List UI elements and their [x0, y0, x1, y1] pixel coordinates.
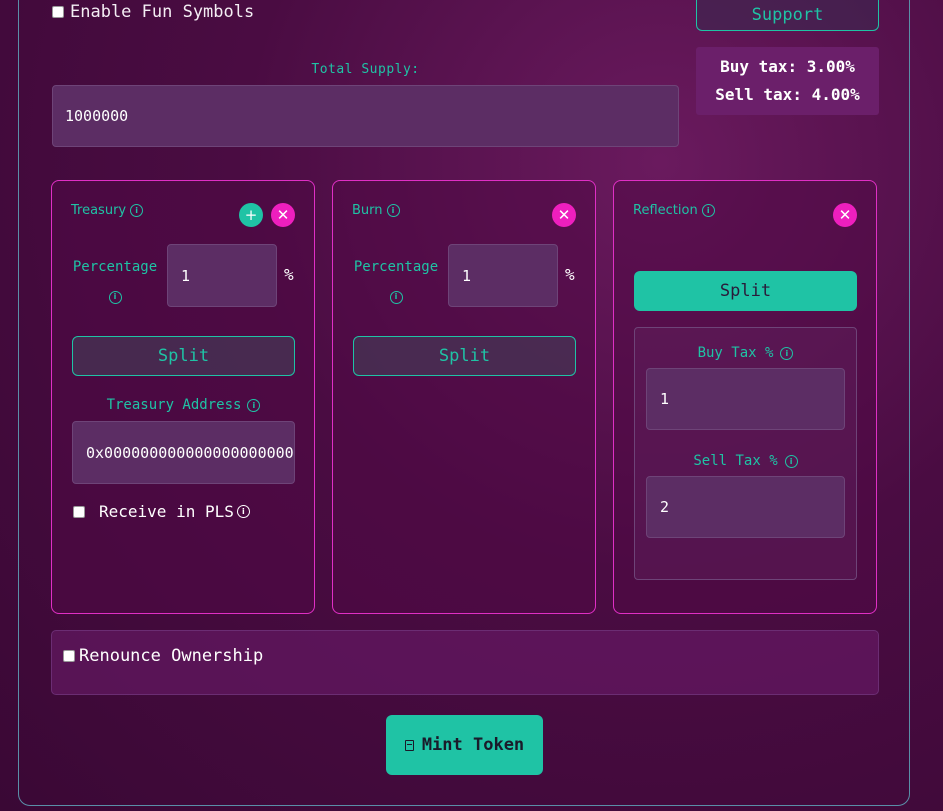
treasury-address-input[interactable]: 0x00000000000000000000000000000000000000… [72, 421, 295, 484]
remove-burn-button[interactable]: ✕ [552, 203, 576, 227]
reflection-tax-panel: Buy Tax % i 1 Sell Tax % i 2 [634, 327, 857, 580]
fun-symbols-label: Enable Fun Symbols [70, 2, 255, 22]
buy-tax-input[interactable]: 1 [646, 368, 845, 430]
remove-treasury-button[interactable]: ✕ [271, 203, 295, 227]
mint-token-button[interactable]: Mint Token [386, 715, 543, 775]
fun-symbols-option[interactable]: Enable Fun Symbols [52, 2, 254, 22]
info-icon[interactable]: i [247, 398, 261, 412]
total-supply-input[interactable]: 1000000 [52, 85, 679, 147]
percent-sign: % [565, 265, 575, 284]
treasury-title: Treasury i [71, 203, 144, 218]
tax-summary: Buy tax: 3.00% Sell tax: 4.00% [696, 47, 879, 115]
burn-percentage-text: Percentage [353, 259, 439, 275]
buy-tax-summary: Buy tax: 3.00% [720, 57, 855, 76]
treasury-split-button[interactable]: Split [72, 336, 295, 376]
mint-token-label: Mint Token [421, 735, 525, 755]
add-treasury-button[interactable]: + [239, 203, 263, 227]
info-icon[interactable]: i [701, 204, 715, 217]
remove-reflection-button[interactable]: ✕ [833, 203, 857, 227]
reflection-card: Reflection i ✕ Split Buy Tax % i 1 Sell … [613, 180, 877, 614]
treasury-title-text: Treasury [71, 203, 127, 218]
treasury-address-label: Treasury Address i [72, 397, 295, 413]
sell-tax-label-text: Sell Tax % [693, 453, 778, 469]
info-icon[interactable]: i [389, 290, 403, 304]
treasury-percentage-input[interactable]: 1 [167, 244, 277, 307]
info-icon[interactable]: i [130, 204, 144, 217]
fun-symbols-checkbox[interactable] [52, 6, 64, 18]
renounce-ownership-option[interactable]: Renounce Ownership [63, 646, 263, 666]
support-button[interactable]: Support [696, 0, 879, 31]
burn-card: Burn i ✕ Percentage i 1 % Split [332, 180, 596, 614]
burn-percentage-input[interactable]: 1 [448, 244, 558, 307]
renounce-ownership-section: Renounce Ownership [51, 630, 879, 695]
receive-pls-option[interactable]: Receive in PLS i [73, 502, 250, 521]
receive-pls-label: Receive in PLS [99, 502, 234, 521]
burn-title: Burn i [352, 203, 400, 218]
reflection-split-button[interactable]: Split [634, 271, 857, 311]
buy-tax-label: Buy Tax % i [635, 345, 856, 361]
info-icon[interactable]: i [386, 204, 400, 217]
info-icon[interactable]: i [236, 505, 250, 518]
total-supply-label: Total Supply: [311, 62, 420, 77]
info-icon[interactable]: i [784, 454, 798, 468]
token-icon [404, 739, 414, 751]
receive-pls-checkbox[interactable] [73, 505, 85, 518]
treasury-card: Treasury i + ✕ Percentage i 1 % Split Tr… [51, 180, 315, 614]
buy-tax-label-text: Buy Tax % [697, 345, 774, 361]
treasury-address-text: Treasury Address [106, 397, 242, 413]
treasury-percentage-text: Percentage [72, 259, 158, 275]
treasury-percentage-label: Percentage i [71, 253, 159, 309]
info-icon[interactable]: i [780, 346, 794, 360]
burn-title-text: Burn [352, 203, 383, 218]
renounce-ownership-checkbox[interactable] [63, 650, 75, 662]
burn-split-button[interactable]: Split [353, 336, 576, 376]
sell-tax-label: Sell Tax % i [635, 453, 856, 469]
info-icon[interactable]: i [108, 290, 122, 304]
sell-tax-input[interactable]: 2 [646, 476, 845, 538]
percent-sign: % [284, 265, 294, 284]
reflection-title: Reflection i [633, 203, 715, 218]
burn-percentage-label: Percentage i [352, 253, 440, 309]
renounce-ownership-label: Renounce Ownership [79, 646, 264, 666]
reflection-title-text: Reflection [633, 203, 698, 218]
sell-tax-summary: Sell tax: 4.00% [715, 85, 860, 104]
